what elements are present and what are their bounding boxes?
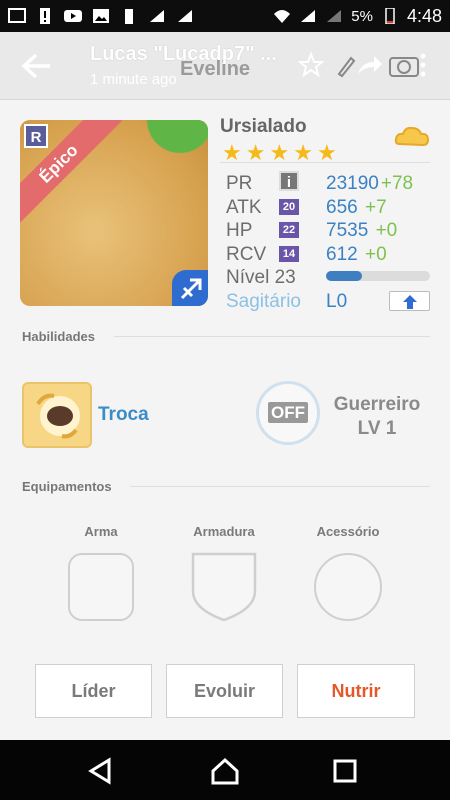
portrait-grass — [138, 120, 208, 154]
status-bar: 5% 4:48 — [0, 0, 450, 32]
header-subtitle: 1 minute ago — [90, 71, 177, 88]
sagittarius-icon — [180, 278, 202, 300]
star-icon[interactable] — [298, 52, 324, 78]
active-skill-icon[interactable] — [22, 382, 92, 448]
cell-signal-2-icon — [327, 10, 342, 22]
app-header: Eveline Lucas "Lucadp7" ... 1 minute ago — [0, 32, 450, 100]
edit-icon[interactable] — [336, 52, 356, 78]
battery-charge-icon — [125, 9, 133, 24]
leader-skill-name: Guerreiro — [333, 394, 421, 415]
armor-slot[interactable] — [190, 551, 258, 623]
leader-skill-label: Guerreiro LV 1 — [330, 393, 424, 441]
divider — [130, 486, 430, 487]
armor-label: Armadura — [193, 524, 255, 539]
more-vert-icon[interactable] — [418, 52, 428, 78]
info-icon[interactable]: i — [279, 171, 299, 191]
accessory-slot[interactable] — [314, 553, 382, 621]
divider — [220, 162, 430, 163]
stat-label-rcv: RCV — [226, 244, 267, 265]
divider — [114, 336, 430, 337]
sagittarius-badge — [172, 270, 208, 306]
stat-level-rcv: 14 — [279, 246, 299, 262]
wifi-icon — [274, 10, 291, 23]
monster-portrait: Épico R — [20, 120, 208, 306]
weapon-slot[interactable] — [68, 553, 134, 621]
evolve-button[interactable]: Evoluir — [166, 664, 283, 718]
rarity-badge: R — [24, 124, 48, 148]
header-title: Lucas "Lucadp7" ... — [90, 43, 277, 65]
stat-value-atk: 656 +7 — [326, 197, 387, 219]
leader-skill-state: OFF — [268, 402, 308, 423]
clock: 4:48 — [406, 5, 442, 26]
accessory-label: Acessório — [316, 524, 380, 539]
upgrade-button[interactable] — [389, 291, 430, 311]
stat-value: 612 — [326, 244, 358, 265]
skills-heading: Habilidades — [22, 329, 95, 344]
equipment-heading: Equipamentos — [22, 479, 112, 494]
stat-value: 23190 — [326, 173, 379, 194]
arrow-up-icon — [403, 295, 417, 309]
stat-level-hp: 22 — [279, 222, 299, 238]
xp-bar-fill — [326, 271, 363, 281]
stat-value-pr: 23190 +78 — [326, 173, 413, 195]
stat-label-pr: PR — [226, 173, 253, 194]
feed-button[interactable]: Nutrir — [297, 664, 415, 718]
stat-value-hp: 7535 +0 — [326, 220, 397, 242]
constellation-label: Sagitário — [226, 291, 301, 312]
stat-bonus: +7 — [364, 197, 387, 218]
image-icon — [93, 9, 109, 23]
stat-bonus: +0 — [364, 244, 387, 265]
leader-skill-level: LV 1 — [357, 418, 397, 439]
nav-recents-icon[interactable] — [330, 756, 360, 786]
weapon-label: Arma — [84, 524, 118, 539]
leader-button[interactable]: Líder — [35, 664, 152, 718]
battery-percent: 5% — [351, 7, 373, 25]
stat-label-hp: HP — [226, 220, 253, 241]
camera-icon[interactable] — [388, 52, 420, 78]
nav-back-icon[interactable] — [85, 756, 115, 786]
xp-bar — [326, 271, 430, 281]
active-skill-name[interactable]: Troca — [98, 404, 149, 426]
alert-icon — [40, 8, 50, 24]
level-label: Nível 23 — [226, 267, 296, 288]
leader-skill-off-icon[interactable]: OFF — [256, 381, 320, 445]
swap-skill-icon — [36, 393, 80, 439]
stat-level-atk: 20 — [279, 199, 299, 215]
stat-value: 656 — [326, 197, 358, 218]
battery-icon — [385, 8, 395, 24]
youtube-icon — [64, 10, 82, 22]
monster-name: Ursialado — [220, 116, 307, 137]
stat-value: 7535 — [326, 220, 369, 241]
back-arrow-icon[interactable] — [20, 52, 52, 80]
system-nav-bar — [0, 740, 450, 800]
stat-bonus: +0 — [375, 220, 398, 241]
signal-icon — [150, 10, 164, 22]
cloud-element-icon — [394, 126, 430, 147]
stat-label-atk: ATK — [226, 197, 262, 218]
constellation-level: L0 — [326, 291, 348, 312]
stat-value-rcv: 612 +0 — [326, 244, 387, 266]
signal-2-icon — [178, 10, 192, 22]
stat-bonus: +78 — [380, 173, 414, 194]
cell-signal-icon — [301, 10, 316, 22]
nav-home-icon[interactable] — [210, 756, 240, 786]
cast-icon — [8, 8, 26, 23]
share-icon[interactable] — [356, 52, 384, 78]
